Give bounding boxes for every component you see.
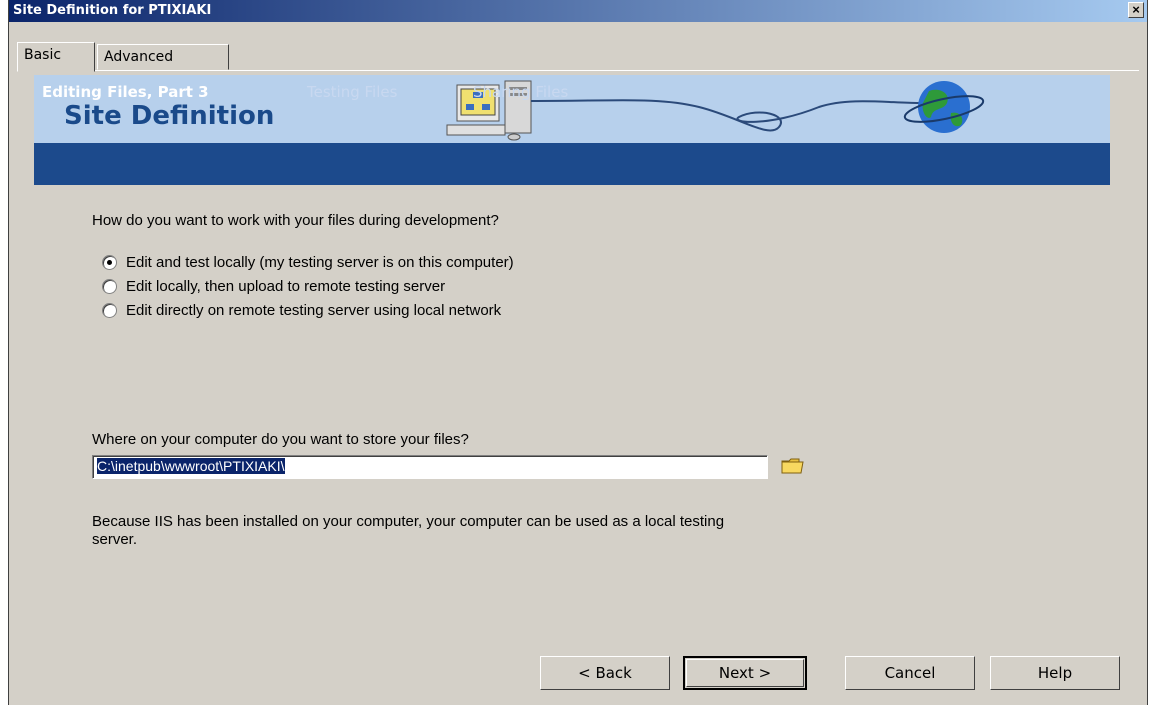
step-testing-files: Testing Files xyxy=(307,83,398,101)
tab-advanced-label: Advanced xyxy=(104,49,174,65)
banner-title: Site Definition xyxy=(64,101,275,131)
step-sharing-files: Sharing Files xyxy=(473,83,569,101)
next-button[interactable]: Next > xyxy=(683,656,807,690)
iis-info-line-1: Because IIS has been installed on your c… xyxy=(92,513,725,530)
close-icon: × xyxy=(1132,2,1140,17)
radio-label: Edit locally, then upload to remote test… xyxy=(126,277,446,295)
close-button[interactable]: × xyxy=(1128,2,1144,18)
radio-option-remote-network[interactable]: Edit directly on remote testing server u… xyxy=(102,300,501,320)
radio-button[interactable] xyxy=(102,278,117,294)
tab-advanced[interactable]: Advanced xyxy=(97,44,229,70)
cancel-button[interactable]: Cancel xyxy=(845,656,975,690)
folder-icon xyxy=(781,458,804,474)
steps-bar xyxy=(34,143,1110,185)
tab-basic-label: Basic xyxy=(24,47,62,63)
radio-button[interactable] xyxy=(102,254,117,270)
title-bar[interactable]: Site Definition for PTIXIAKI × xyxy=(9,0,1147,22)
cancel-label: Cancel xyxy=(884,664,936,682)
back-label: < Back xyxy=(578,664,632,682)
step-editing-files: Editing Files, Part 3 xyxy=(42,83,209,101)
local-folder-value: C:\inetpub\wwwroot\PTIXIAKI\ xyxy=(97,458,285,474)
next-label: Next > xyxy=(718,664,772,682)
back-button[interactable]: < Back xyxy=(540,656,670,690)
iis-info-line-2: server. xyxy=(92,531,138,548)
tab-divider xyxy=(17,70,1139,71)
radio-label: Edit and test locally (my testing server… xyxy=(126,253,514,271)
help-button[interactable]: Help xyxy=(990,656,1120,690)
tab-basic[interactable]: Basic xyxy=(17,42,95,72)
help-label: Help xyxy=(1037,664,1073,682)
browse-folder-button[interactable] xyxy=(781,457,805,480)
radio-option-remote-upload[interactable]: Edit locally, then upload to remote test… xyxy=(102,276,445,296)
development-question: How do you want to work with your files … xyxy=(92,212,499,229)
local-folder-input[interactable]: C:\inetpub\wwwroot\PTIXIAKI\ xyxy=(92,455,768,479)
window-title: Site Definition for PTIXIAKI xyxy=(13,3,212,18)
storage-question: Where on your computer do you want to st… xyxy=(92,431,469,448)
radio-button[interactable] xyxy=(102,302,117,318)
dialog-window: Site Definition for PTIXIAKI × Basic Adv… xyxy=(8,0,1148,705)
radio-label: Edit directly on remote testing server u… xyxy=(126,301,502,319)
radio-option-local[interactable]: Edit and test locally (my testing server… xyxy=(102,252,514,272)
globe-icon xyxy=(903,81,985,133)
